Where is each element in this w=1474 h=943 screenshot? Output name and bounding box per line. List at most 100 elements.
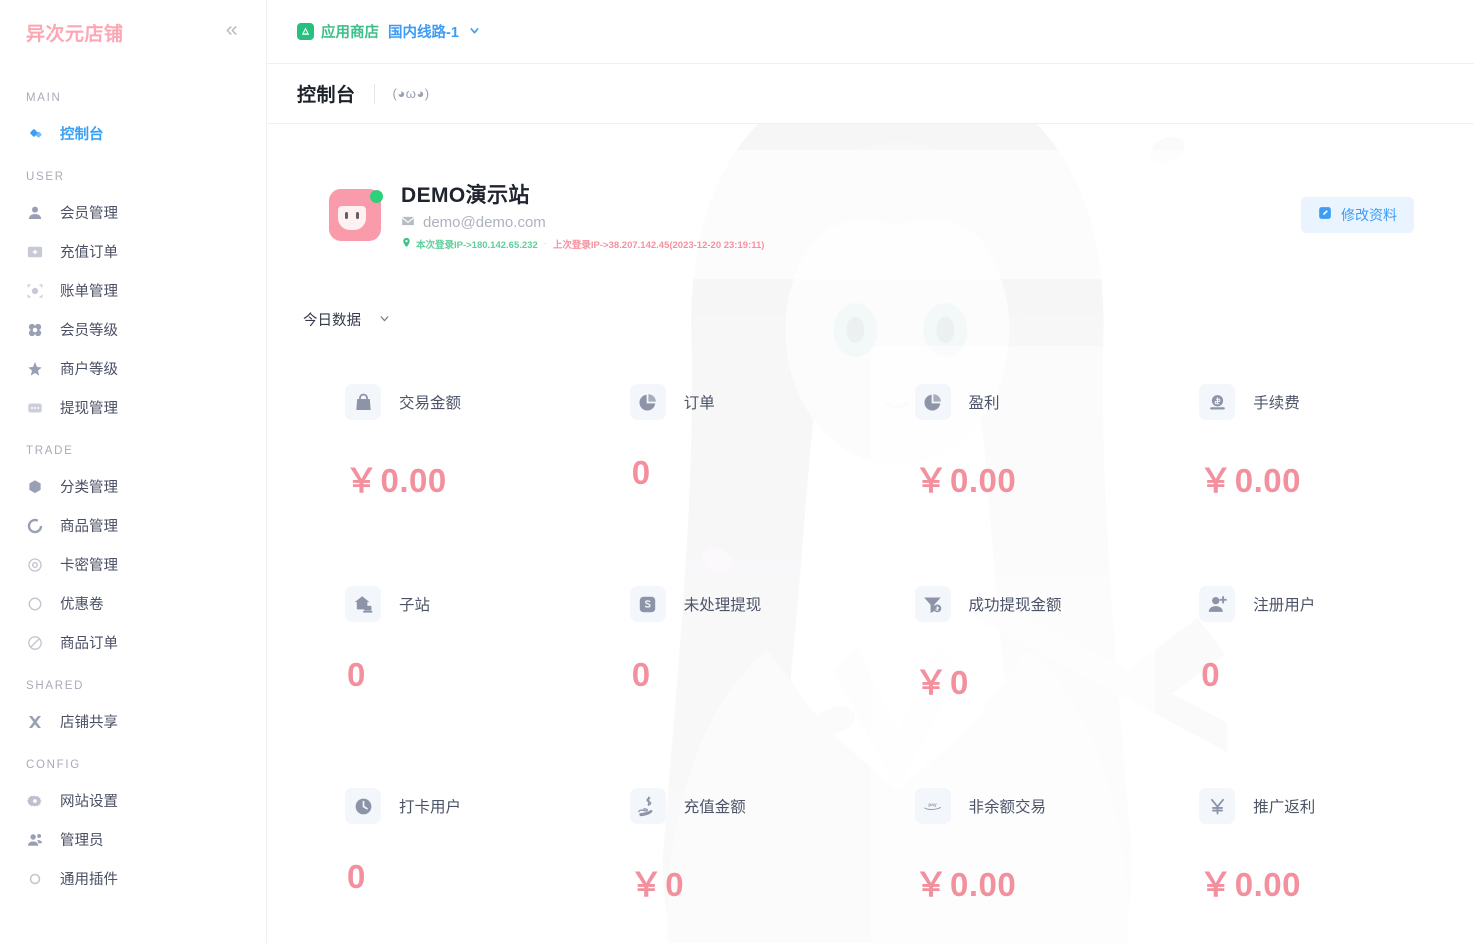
page-title: 控制台 [297, 85, 356, 106]
goods-circle-icon [26, 517, 44, 535]
stat-label: 手续费 [1253, 395, 1300, 412]
stat-card[interactable]: 成功提现金额 ￥0 [870, 548, 1156, 750]
stat-header: 盈利 [914, 384, 1156, 420]
sidebar-item-4-1[interactable]: 管理员 [0, 820, 266, 859]
sidebar-brand-row: 异次元店铺 [0, 0, 266, 64]
page-subtitle: (◕ω◕) [392, 86, 430, 101]
stat-value: ￥0.00 [345, 454, 586, 502]
sidebar-item-label: 通用插件 [60, 872, 118, 888]
sidebar-item-label: 网站设置 [60, 794, 118, 810]
pay-icon: pay [914, 788, 951, 824]
login-ip-row: 本次登录IP->180.142.65.232 · 上次登录IP->38.207.… [401, 237, 764, 251]
sidebar-item-1-3[interactable]: 会员等级 [0, 310, 266, 349]
app-store-icon [297, 23, 314, 40]
avatar[interactable] [329, 188, 383, 241]
stat-currency: ￥ [914, 462, 948, 499]
chevron-down-icon [378, 312, 391, 328]
route-label: 国内线路-1 [388, 25, 459, 41]
brand-title: 异次元店铺 [26, 23, 124, 45]
stat-card[interactable]: 手续费 ￥0.00 [1155, 346, 1440, 548]
stat-number: 0 [950, 664, 969, 701]
stat-currency: ￥ [629, 866, 664, 903]
stat-label: 成功提现金额 [968, 597, 1062, 614]
sidebar-item-1-0[interactable]: 会员管理 [0, 193, 266, 232]
gear-icon [26, 792, 44, 810]
stat-card[interactable]: 充值金额 ￥0 [586, 750, 871, 943]
stat-currency: ￥ [914, 664, 948, 701]
sidebar-item-2-1[interactable]: 商品管理 [0, 506, 266, 545]
sidebar-item-1-2[interactable]: 账单管理 [0, 271, 266, 310]
stat-number: 0.00 [950, 866, 1017, 903]
stat-number: 0.00 [380, 462, 447, 499]
stat-header: 子站 [345, 586, 586, 622]
clock-icon [345, 788, 381, 824]
edit-profile-button[interactable]: 修改资料 [1301, 196, 1414, 233]
stat-value: ￥0 [630, 858, 871, 906]
withdraw-dots-icon [26, 399, 44, 417]
share-x-icon [26, 713, 44, 731]
profile-name: DEMO演示站 [401, 183, 530, 207]
stat-card[interactable]: 盈利 ￥0.00 [870, 346, 1156, 548]
stat-value: ￥0 [915, 656, 1156, 704]
sidebar-item-2-0[interactable]: 分类管理 [0, 467, 266, 506]
profile-email-row: demo@demo.com [401, 214, 764, 232]
stat-number: 0 [1201, 656, 1221, 693]
stat-card[interactable]: 推广返利 ￥0.00 [1155, 750, 1440, 943]
sidebar-item-0-0[interactable]: 控制台 [0, 114, 266, 153]
bill-icon [26, 282, 44, 300]
sidebar-item-label: 提现管理 [60, 401, 118, 417]
sidebar-item-1-1[interactable]: 充值订单 [0, 232, 266, 271]
edit-profile-label: 修改资料 [1341, 206, 1397, 223]
hand-money-icon [629, 788, 666, 824]
sidebar-item-label: 会员管理 [60, 206, 118, 222]
sidebar-item-4-0[interactable]: 网站设置 [0, 781, 266, 820]
stat-header: 打卡用户 [345, 788, 586, 824]
recharge-order-icon [26, 243, 44, 261]
sidebar-nav: MAIN 控制台 USER 会员管理 充值订单 账单管理 会员等级 商户等级 提现管理 TRADE… [0, 64, 266, 898]
stat-card[interactable]: 交易金额 ￥0.00 [301, 346, 586, 548]
stat-value: ￥0.00 [1199, 454, 1440, 502]
store-route-chip[interactable]: 应用商店 国内线路-1 [297, 21, 481, 42]
stat-number: 0.00 [1234, 462, 1301, 499]
sidebar-item-2-4[interactable]: 商品订单 [0, 623, 266, 662]
category-hexagon-icon [26, 478, 44, 496]
stat-number: 0.00 [950, 462, 1017, 499]
edit-pencil-icon [1318, 206, 1332, 223]
sidebar-item-4-2[interactable]: 通用插件 [0, 859, 266, 898]
s-square-icon [629, 586, 666, 622]
double-chevron-left-icon[interactable] [219, 18, 244, 46]
stat-card[interactable]: 打卡用户 0 [301, 750, 586, 943]
stat-header: 订单 [629, 384, 871, 420]
sidebar-item-label: 商品订单 [60, 636, 118, 652]
sidebar-item-1-4[interactable]: 商户等级 [0, 349, 266, 388]
stat-card[interactable]: pay 非余额交易 ￥0.00 [870, 750, 1156, 943]
stat-label: 交易金额 [399, 395, 462, 412]
stat-value: ￥0.00 [915, 858, 1156, 906]
sidebar-item-label: 店铺共享 [60, 715, 118, 731]
sidebar-item-3-0[interactable]: 店铺共享 [0, 702, 266, 741]
plugin-circle-icon [26, 870, 44, 888]
sidebar-group-title: CONFIG [26, 759, 81, 771]
stats-grid: 交易金额 ￥0.00 订单 0 盈利 ￥0.00 手续费 ￥0.00 子站 0 未处理提现 0 成功提现… [301, 346, 1440, 943]
stat-card[interactable]: 未处理提现 0 [586, 548, 871, 750]
sidebar-item-label: 会员等级 [60, 323, 118, 339]
profile-card: DEMO演示站 demo@demo.com 本次登录IP->180.142.65… [301, 150, 1440, 279]
sidebar-item-label: 优惠卷 [60, 597, 104, 613]
sidebar-item-1-5[interactable]: 提现管理 [0, 388, 266, 427]
sidebar-item-2-2[interactable]: 卡密管理 [0, 545, 266, 584]
data-range-selector[interactable]: 今日数据 [301, 303, 393, 336]
card-gear-icon [26, 556, 44, 574]
coin-dollar-icon [1199, 384, 1236, 420]
chevron-down-icon[interactable] [468, 24, 481, 40]
stat-card[interactable]: 订单 0 [586, 346, 871, 548]
sidebar-item-2-3[interactable]: 优惠卷 [0, 584, 266, 623]
funnel-dollar-icon [914, 586, 951, 622]
stat-card[interactable]: 子站 0 [301, 548, 586, 750]
current-login-ip: 本次登录IP->180.142.65.232 [416, 239, 538, 251]
sidebar-item-label: 商户等级 [60, 362, 118, 378]
sidebar: 异次元店铺 MAIN 控制台 USER 会员管理 充值订单 账单管理 会员等级 商户等级 提现管… [0, 0, 267, 943]
data-range-label: 今日数据 [303, 313, 361, 329]
stat-card[interactable]: 注册用户 0 [1155, 548, 1440, 750]
profile-info: DEMO演示站 demo@demo.com 本次登录IP->180.142.65… [401, 179, 764, 251]
stat-currency: ￥ [914, 866, 948, 903]
